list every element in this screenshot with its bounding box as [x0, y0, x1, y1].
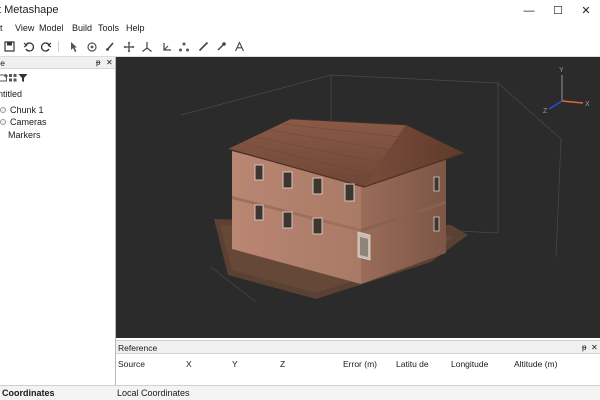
panel-close-icon[interactable]: ✕	[591, 343, 598, 352]
column-header[interactable]: Y	[232, 359, 238, 369]
rotate-axis-icon[interactable]	[160, 40, 172, 53]
workspace-panel: ce ᵽ ✕ ntitled Chunk 1	[0, 57, 116, 385]
panel-close-icon[interactable]: ✕	[106, 58, 113, 67]
tree-item-label: ntitled	[0, 89, 23, 99]
reference-table-header: Source X Y Z Error (m) Latitu de Longitu…	[116, 356, 600, 370]
workspace-tools	[0, 70, 115, 86]
reference-title: Reference	[118, 343, 158, 353]
expand-icon[interactable]	[0, 107, 6, 113]
undo-icon[interactable]	[22, 40, 34, 53]
brush-icon[interactable]	[104, 40, 116, 53]
tree-item-chunk[interactable]: Chunk 1	[0, 104, 44, 116]
metashape-window: t Metashape — ☐ ✕ it View Model Build To…	[0, 0, 600, 400]
region-icon[interactable]	[178, 40, 190, 53]
maximize-button[interactable]: ☐	[543, 0, 573, 21]
tab-coordinates[interactable]: Coordinates	[2, 388, 55, 398]
menu-help[interactable]: Help	[126, 23, 145, 33]
close-button[interactable]: ✕	[571, 0, 600, 21]
model-view-canvas[interactable]: Y X Z	[116, 57, 600, 338]
column-header[interactable]: Z	[280, 359, 285, 369]
tree-item-label: Chunk 1	[10, 105, 44, 115]
redo-icon[interactable]	[40, 40, 52, 53]
axis-x-label: X	[585, 101, 590, 108]
reference-header: Reference ᵽ ✕	[116, 340, 600, 354]
model-viewport[interactable]: Y X Z	[116, 57, 600, 338]
workspace-header: ce ᵽ ✕	[0, 57, 115, 69]
tree-item-project[interactable]: ntitled	[0, 88, 22, 100]
tab-local-coordinates[interactable]: Local Coordinates	[117, 388, 190, 398]
save-icon[interactable]	[3, 40, 15, 53]
tree-item-label: Markers	[8, 130, 41, 140]
ruler-icon[interactable]	[197, 40, 209, 53]
pin-icon[interactable]: ᵽ	[582, 343, 586, 352]
bottom-tab-bar: Coordinates Local Coordinates	[0, 385, 600, 400]
menu-bar: it View Model Build Tools Help	[0, 21, 600, 36]
workspace-title: ce	[0, 58, 5, 68]
text-icon[interactable]	[233, 40, 245, 53]
tree-item-cameras[interactable]: Cameras	[0, 116, 47, 128]
menu-edit[interactable]: it	[0, 23, 3, 33]
move-icon[interactable]	[123, 40, 135, 53]
axis-z-label: Z	[543, 108, 548, 115]
axis-gizmo: Y X Z	[543, 67, 590, 115]
rotate-object-icon[interactable]	[86, 40, 98, 53]
reference-panel: Reference ᵽ ✕ Source X Y Z Error (m) Lat…	[116, 338, 600, 385]
column-header[interactable]: Error (m)	[343, 359, 377, 369]
menu-build[interactable]: Build	[72, 23, 92, 33]
tree-item-label: Cameras	[10, 117, 47, 127]
column-header[interactable]: Altitude (m)	[514, 359, 557, 369]
tree-item-markers[interactable]: Markers	[8, 129, 41, 141]
column-header[interactable]: Latitu de	[396, 359, 429, 369]
menu-model[interactable]: Model	[39, 23, 64, 33]
window-title: t Metashape	[0, 4, 59, 16]
axis-icon[interactable]	[141, 40, 153, 53]
toolbar-separator	[58, 41, 59, 52]
menu-view[interactable]: View	[15, 23, 34, 33]
minimize-button[interactable]: —	[514, 0, 544, 21]
menu-tools[interactable]: Tools	[98, 23, 119, 33]
axis-y-label: Y	[559, 67, 564, 74]
navigate-icon[interactable]	[67, 40, 79, 53]
toolbar	[0, 37, 600, 57]
picker-icon[interactable]	[215, 40, 227, 53]
expand-icon[interactable]	[0, 119, 6, 125]
column-header[interactable]: Longitude	[451, 359, 488, 369]
pin-icon[interactable]: ᵽ	[96, 58, 100, 67]
title-bar: t Metashape — ☐ ✕	[0, 0, 600, 21]
filter-icon[interactable]	[18, 73, 28, 85]
grid-icon[interactable]	[8, 73, 18, 85]
column-header[interactable]: Source	[118, 359, 145, 369]
column-header[interactable]: X	[186, 359, 192, 369]
